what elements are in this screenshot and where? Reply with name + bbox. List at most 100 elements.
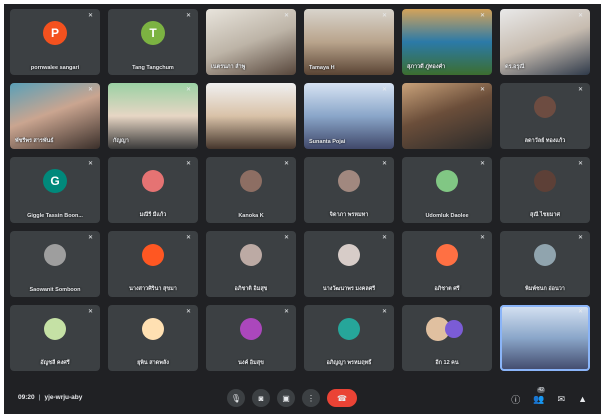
more-options-button[interactable]: ⋮	[302, 389, 320, 407]
participant-tile[interactable]: ✕ พิมพ์ชนก อ่อนวา	[500, 231, 590, 297]
mic-muted-icon: ✕	[480, 13, 486, 19]
meeting-time: 09:20	[18, 394, 35, 401]
participant-name: ยุพิน สาดพลัง	[137, 360, 169, 366]
meeting-info-separator: |	[38, 394, 41, 401]
participant-tile[interactable]: ✕	[206, 83, 296, 149]
participant-tile[interactable]: ✕ อภิชาต ศรี	[402, 231, 492, 297]
participant-tile[interactable]: ✕ กัญญา	[108, 83, 198, 149]
participant-tile[interactable]: ✕ อัญชลี คงศรี	[10, 305, 100, 371]
mic-muted-icon: ✕	[88, 161, 94, 167]
camera-icon: ◙	[258, 393, 264, 403]
mic-muted-icon: ✕	[186, 309, 192, 315]
mic-muted-icon: ✕	[284, 161, 290, 167]
participant-tile[interactable]: ✕ อภิญญา พรหมฤทธิ์	[304, 305, 394, 371]
participant-avatar	[436, 243, 458, 266]
mic-muted-icon: ✕	[480, 87, 486, 93]
microphone-icon: 🎙	[230, 393, 242, 403]
participant-tile[interactable]: อีก 12 คน	[402, 305, 492, 371]
more-vertical-icon: ⋮	[307, 393, 315, 403]
mic-muted-icon: ✕	[382, 235, 388, 241]
mic-muted-icon: ✕	[284, 13, 290, 19]
participant-name: Kanoka K	[238, 213, 264, 219]
mic-muted-icon: ✕	[480, 161, 486, 167]
mic-muted-icon: ✕	[186, 13, 192, 19]
participant-tile[interactable]: ✕ ยุพิน สาดพลัง	[108, 305, 198, 371]
mic-muted-icon: ✕	[284, 87, 290, 93]
mic-muted-icon: ✕	[480, 235, 486, 241]
participant-name: นางวัฒนาพร มงคลศรี	[322, 286, 376, 292]
participant-avatar: T	[141, 20, 165, 45]
mic-muted-icon: ✕	[382, 13, 388, 19]
participant-name: กัญญา	[113, 138, 129, 144]
participant-tile[interactable]: ✕ ลดาวัลย์ ทองแก้ว	[500, 83, 590, 149]
participant-avatar	[142, 243, 164, 266]
participant-avatar: G	[43, 168, 67, 193]
chat-button[interactable]: ✉	[558, 394, 566, 405]
mic-muted-icon: ✕	[382, 161, 388, 167]
mic-muted-icon: ✕	[186, 161, 192, 167]
participant-grid: P ✕ pornwalee sangari T ✕ Tang Tangchum ✕ เนตรน…	[10, 9, 590, 371]
participant-tile[interactable]: ✕ จิดาภา พรหมทา	[304, 157, 394, 223]
mic-button[interactable]: 🎙	[227, 389, 245, 407]
mic-muted-icon: ✕	[578, 235, 584, 241]
call-controls: 🎙 ◙ ▣ ⋮ ☎	[227, 386, 357, 410]
activities-button[interactable]: ▲	[578, 394, 587, 404]
leave-call-button[interactable]: ☎	[327, 389, 357, 407]
participant-tile[interactable]: P ✕ pornwalee sangari	[10, 9, 100, 75]
participant-tile[interactable]: ✕ นางสาวศิรินา สุขมา	[108, 231, 198, 297]
participant-tile[interactable]: ✕ พัชรีพร สารพันธ์	[10, 83, 100, 149]
mic-muted-icon: ✕	[284, 235, 290, 241]
participant-avatar	[142, 169, 164, 192]
participant-avatar	[445, 319, 464, 338]
present-button[interactable]: ▣	[277, 389, 295, 407]
participant-tile[interactable]: ✕ นางวัฒนาพร มงคลศรี	[304, 231, 394, 297]
participant-tile[interactable]: ✕ มณีรี มีแก้ว	[108, 157, 198, 223]
participant-avatar	[338, 243, 360, 266]
participant-tile[interactable]: G ✕ Giggle Tassin Boon...	[10, 157, 100, 223]
participant-avatar: P	[43, 20, 67, 45]
participant-name: นงค์ อิ่มสุข	[238, 360, 264, 366]
participant-tile[interactable]: T ✕ Tang Tangchum	[108, 9, 198, 75]
mic-muted-icon: ✕	[88, 309, 94, 315]
participant-avatar	[534, 169, 556, 192]
participant-name: อภิชาติ อิ่มสุข	[234, 286, 268, 292]
participant-avatar	[436, 169, 458, 192]
participant-tile[interactable]: ✕ อภิชาติ อิ่มสุข	[206, 231, 296, 297]
participant-tile[interactable]: ✕ Tamaya H	[304, 9, 394, 75]
meet-window: P ✕ pornwalee sangari T ✕ Tang Tangchum ✕ เนตรน…	[4, 4, 601, 414]
participant-avatar	[338, 169, 360, 192]
participant-avatar	[142, 317, 164, 340]
camera-button[interactable]: ◙	[252, 389, 270, 407]
participant-name: พัชรีพร สารพันธ์	[15, 138, 54, 144]
participant-tile[interactable]: ✕	[500, 305, 590, 371]
participant-tile[interactable]: ✕ สุภาวดี ภู่ทองคำ	[402, 9, 492, 75]
participant-name: Saowanit Somboon	[29, 287, 81, 293]
participant-tile[interactable]: ✕ ดร.อรุณี	[500, 9, 590, 75]
shapes-icon: ▲	[578, 394, 587, 404]
mic-muted-icon: ✕	[284, 309, 290, 315]
participant-name: Tamaya H	[309, 65, 335, 71]
participant-tile[interactable]: ✕ Saowanit Somboon	[10, 231, 100, 297]
participant-tile[interactable]: ✕ Kanoka K	[206, 157, 296, 223]
participant-tile[interactable]: ✕ เนตรนภา ลำพู	[206, 9, 296, 75]
participant-avatar	[240, 169, 262, 192]
participant-tile[interactable]: ✕ Udomluk Daolee	[402, 157, 492, 223]
mic-muted-icon: ✕	[578, 13, 584, 19]
participant-tile[interactable]: ✕ Sunanta Pojai	[304, 83, 394, 149]
participant-name: สุภาวดี ภู่ทองคำ	[407, 64, 446, 70]
people-button[interactable]: 👥 42	[533, 386, 545, 405]
participant-tile[interactable]: ✕ นงค์ อิ่มสุข	[206, 305, 296, 371]
participant-name: ดร.อรุณี	[505, 64, 525, 70]
mic-muted-icon: ✕	[88, 235, 94, 241]
mic-muted-icon: ✕	[578, 161, 584, 167]
meeting-code[interactable]: yje-wrju-aby	[44, 394, 82, 401]
present-screen-icon: ▣	[282, 393, 290, 403]
participant-tile[interactable]: ✕ สุณี ไชยมาศ	[500, 157, 590, 223]
participant-avatar	[534, 95, 556, 118]
participant-tile[interactable]: ✕	[402, 83, 492, 149]
mic-muted-icon: ✕	[186, 87, 192, 93]
info-button[interactable]: ⓘ	[511, 393, 520, 406]
mic-muted-icon: ✕	[382, 309, 388, 315]
participant-avatar	[44, 243, 66, 266]
mic-muted-icon: ✕	[88, 87, 94, 93]
